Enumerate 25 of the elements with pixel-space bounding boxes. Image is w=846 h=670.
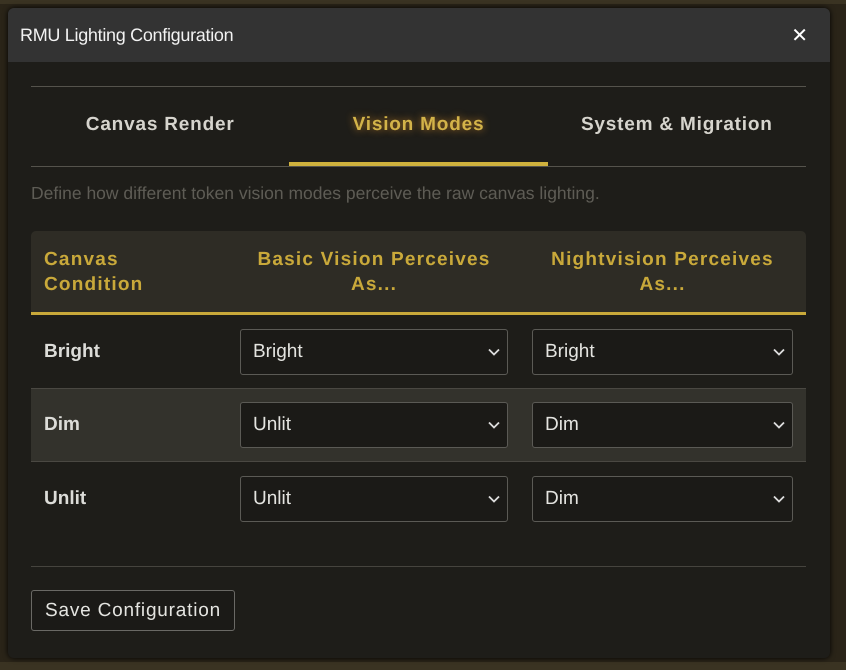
- dropdown[interactable]: Unlit: [240, 476, 508, 522]
- column-header: Canvas Condition: [43, 248, 144, 296]
- column-header: Basic Vision Perceives As...: [256, 248, 492, 296]
- chevron-down-icon: [773, 421, 785, 429]
- chevron-down-icon: [773, 494, 785, 502]
- chevron-down-icon: [488, 494, 500, 502]
- tab[interactable]: Vision Modes: [289, 87, 548, 166]
- condition-label: Bright: [44, 340, 100, 362]
- condition-label: Unlit: [44, 488, 86, 508]
- close-button[interactable]: ✕: [787, 23, 812, 47]
- window-title: RMU Lighting Configuration: [20, 24, 234, 46]
- dropdown[interactable]: Unlit: [240, 402, 508, 448]
- description-text: Define how different token vision modes perceive the raw canvas lighting.: [31, 183, 601, 204]
- dropdown[interactable]: Bright: [240, 328, 508, 374]
- dropdown[interactable]: Bright: [532, 328, 793, 374]
- dropdown[interactable]: Dim: [532, 476, 793, 522]
- tab[interactable]: Canvas Render: [31, 87, 290, 166]
- save-button[interactable]: Save Configuration: [31, 590, 236, 631]
- condition-label: Dim: [44, 414, 80, 435]
- dropdown[interactable]: Dim: [532, 402, 793, 448]
- chevron-down-icon: [488, 421, 500, 429]
- chevron-down-icon: [773, 348, 785, 356]
- tab[interactable]: System & Migration: [548, 87, 806, 166]
- column-header: Nightvision Perceives As...: [550, 248, 775, 296]
- chevron-down-icon: [488, 348, 500, 356]
